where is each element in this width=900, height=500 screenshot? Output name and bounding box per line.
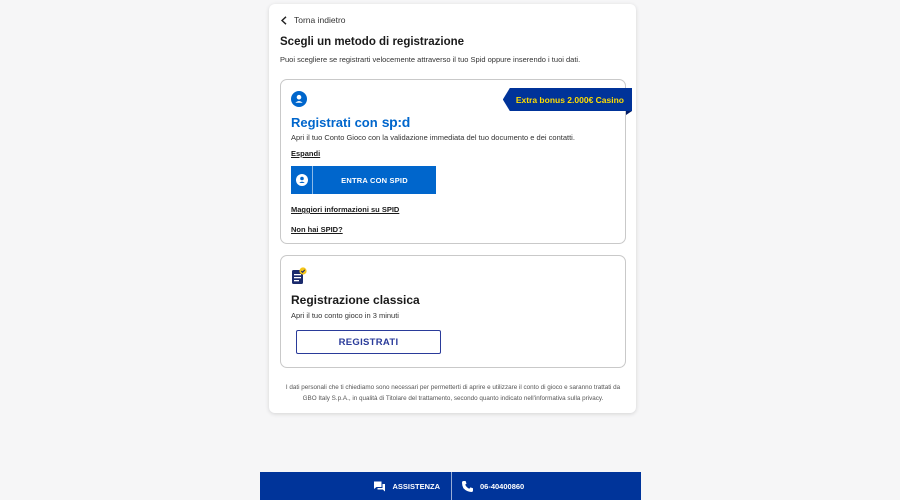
document-check-icon xyxy=(292,267,307,284)
bonus-badge: Extra bonus 2.000€ Casino xyxy=(502,88,632,111)
assistance-button[interactable]: ASSISTENZA xyxy=(260,472,452,500)
chevron-left-icon xyxy=(280,15,287,25)
phone-icon xyxy=(462,480,473,492)
spid-button-icon-wrap xyxy=(291,166,313,194)
spid-description: Apri il tuo Conto Gioco con la validazio… xyxy=(291,133,575,142)
spid-login-button[interactable]: ENTRA CON SPID xyxy=(291,166,436,194)
spid-option-box: Extra bonus 2.000€ Casino Registrati con… xyxy=(280,79,632,244)
spid-title: Registrati con sp:d xyxy=(291,114,410,130)
back-label: Torna indietro xyxy=(294,15,346,25)
expand-link[interactable]: Espandi xyxy=(291,149,320,158)
spid-button-label: ENTRA CON SPID xyxy=(341,175,408,185)
more-info-link[interactable]: Maggiori informazioni su SPID xyxy=(291,205,399,214)
spid-title-text: Registrati con xyxy=(291,115,378,130)
assistance-label: ASSISTENZA xyxy=(392,481,440,491)
classic-option-box: Registrazione classica Apri il tuo conto… xyxy=(280,255,626,368)
register-button[interactable]: REGISTRATI xyxy=(296,330,441,354)
phone-number: 06-40400860 xyxy=(480,481,525,491)
bonus-badge-fold xyxy=(626,111,632,115)
footer-bar: ASSISTENZA 06-40400860 xyxy=(260,472,641,500)
classic-description: Apri il tuo conto gioco in 3 minuti xyxy=(291,311,399,320)
privacy-notice: I dati personali che ti chiediamo sono n… xyxy=(285,384,621,402)
back-link[interactable]: Torna indietro xyxy=(280,15,346,25)
phone-button[interactable]: 06-40400860 xyxy=(452,472,641,500)
page-title: Scegli un metodo di registrazione xyxy=(280,36,465,48)
user-icon xyxy=(295,174,308,186)
registration-card: Torna indietro Scegli un metodo di regis… xyxy=(269,4,636,413)
classic-title: Registrazione classica xyxy=(291,293,420,307)
spid-logo: sp:d xyxy=(381,114,411,130)
chat-icon xyxy=(374,481,386,491)
no-spid-link[interactable]: Non hai SPID? xyxy=(291,225,343,234)
page-subtitle: Puoi scegliere se registrarti velocement… xyxy=(280,55,581,64)
user-icon xyxy=(291,91,307,107)
